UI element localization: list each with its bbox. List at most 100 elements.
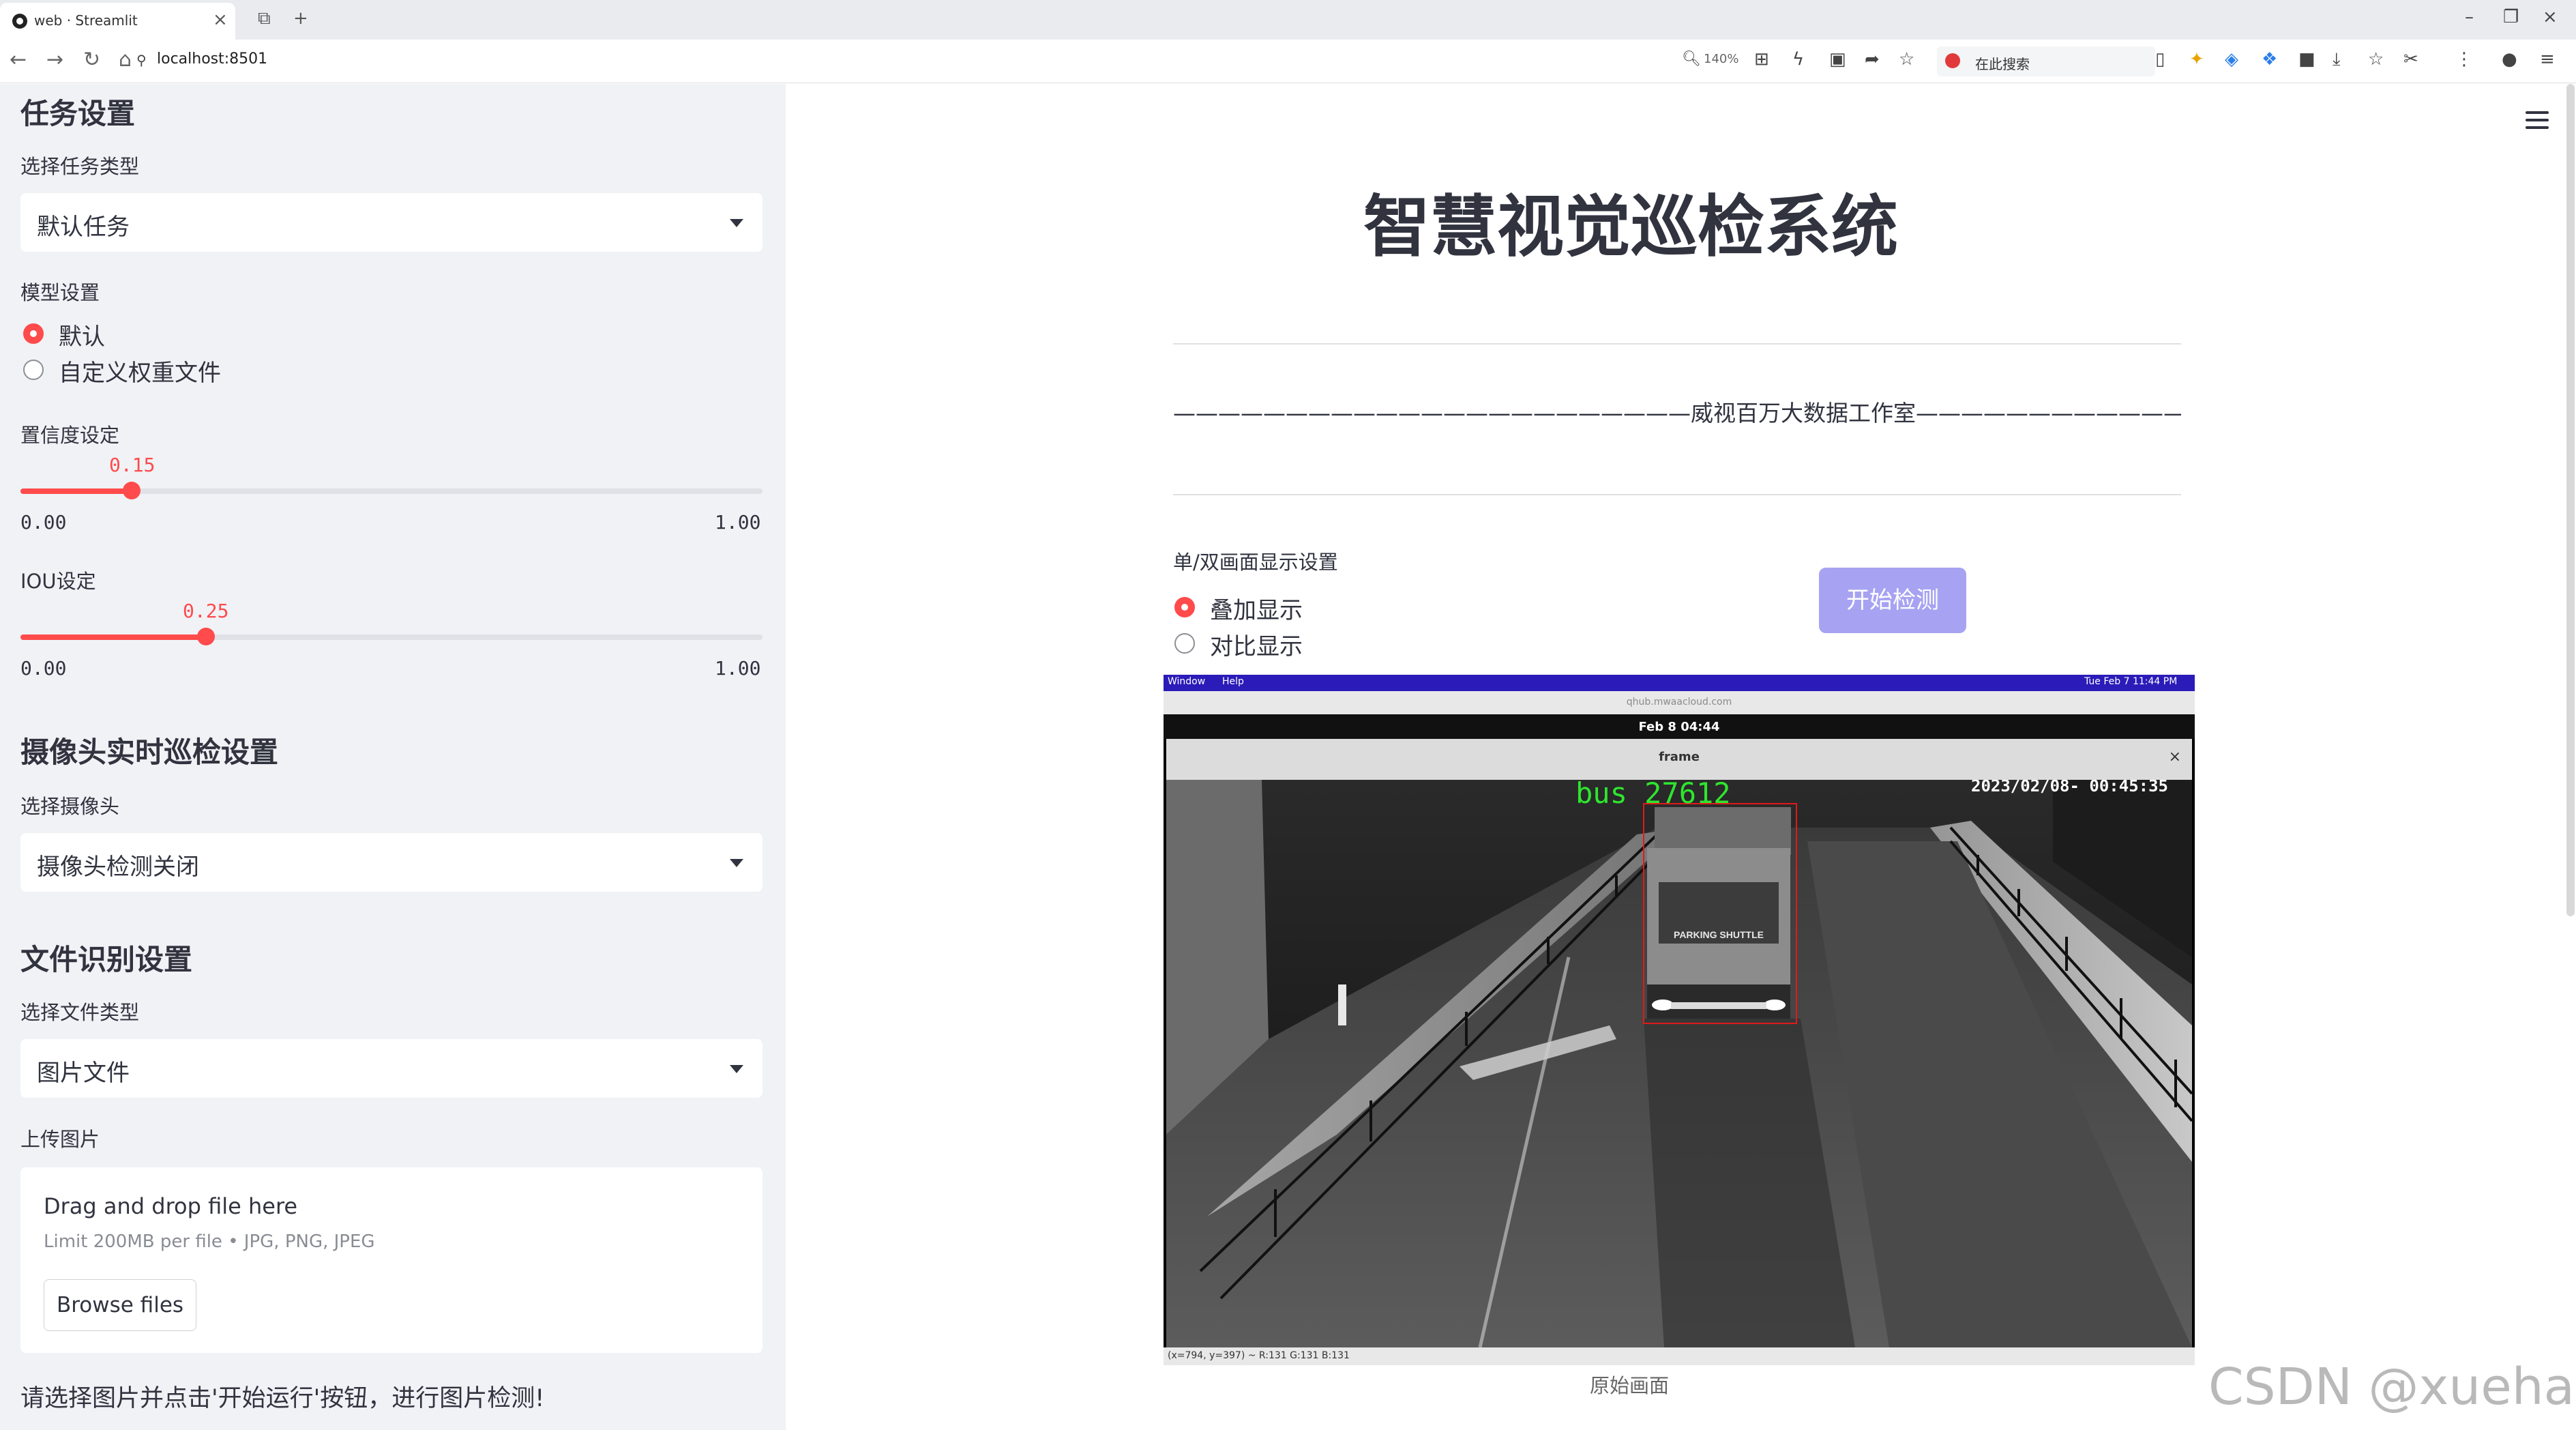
more-icon[interactable]: ⋮ — [2455, 49, 2473, 70]
site-info-icon[interactable]: ⚲ — [136, 52, 147, 68]
file-uploader-dropzone[interactable]: Drag and drop file here Limit 200MB per … — [20, 1167, 763, 1353]
file-type-select[interactable]: 图片文件 — [20, 1039, 763, 1098]
profile-avatar-icon[interactable]: ● — [2502, 49, 2517, 70]
search-box[interactable]: 在此搜索 — [1937, 46, 2155, 76]
file-type-value: 图片文件 — [37, 1060, 130, 1087]
forward-icon[interactable]: → — [46, 48, 63, 72]
display-option-label: 叠加显示 — [1210, 597, 1303, 624]
iou-min: 0.00 — [20, 657, 67, 680]
confidence-value: 0.15 — [109, 454, 156, 476]
bus-sign: PARKING SHUTTLE — [1674, 929, 1764, 940]
remote-clock: Tue Feb 7 11:44 PM — [2084, 676, 2178, 687]
extension-4-icon[interactable]: ■ — [2298, 49, 2315, 70]
confidence-label: 置信度设定 — [20, 424, 120, 447]
browse-files-button[interactable]: Browse files — [44, 1279, 196, 1331]
camera-select[interactable]: 摄像头检测关闭 — [20, 833, 763, 892]
confidence-slider[interactable] — [20, 482, 763, 499]
radio-selected-icon — [23, 323, 44, 344]
chevron-down-icon — [730, 859, 743, 867]
page-title: 智慧视觉巡检系统 — [786, 173, 2566, 269]
model-option-label: 默认 — [59, 323, 105, 351]
page-title-text: 智慧视觉巡检系统 — [1363, 188, 1898, 266]
reload-icon[interactable]: ↻ — [83, 48, 100, 72]
browser-menu-icon[interactable]: ≡ — [2540, 49, 2555, 70]
confidence-slider-thumb[interactable] — [123, 482, 140, 499]
restore-icon[interactable]: ❐ — [2503, 7, 2519, 27]
extension-icon[interactable]: ✦ — [2189, 49, 2204, 70]
search-placeholder: 在此搜索 — [1975, 56, 2030, 72]
camera-settings-heading: 摄像头实时巡检设置 — [20, 735, 279, 769]
browser-toolbar: ← → ↻ ⌂ ⚲ localhost:8501 🔍︎ 140% ⊞ ϟ ▣ ➦… — [0, 40, 2576, 83]
new-tab-icon[interactable]: + — [293, 8, 308, 29]
radio-unselected-icon — [1174, 633, 1195, 654]
app-root: web · Streamlit × ⧉ + – ❐ × ← → ↻ ⌂ ⚲ lo… — [0, 0, 2576, 1430]
chevron-down-icon — [730, 1065, 743, 1073]
tab-group-icon[interactable]: ⧉ — [258, 8, 271, 29]
iou-slider-thumb[interactable] — [197, 628, 215, 645]
address-input[interactable]: localhost:8501 — [157, 50, 267, 68]
model-settings-label: 模型设置 — [20, 281, 100, 304]
hamburger-menu-icon[interactable] — [2526, 111, 2549, 129]
lightning-icon[interactable]: ϟ — [1792, 49, 1804, 70]
task-type-select[interactable]: 默认任务 — [20, 193, 763, 252]
start-detection-button[interactable]: 开始检测 — [1819, 568, 1966, 633]
display-option-label: 对比显示 — [1210, 633, 1303, 660]
zoom-level[interactable]: 140% — [1704, 52, 1738, 66]
favorites-icon[interactable]: ☆ — [2368, 49, 2384, 70]
divider-top — [1173, 343, 2181, 345]
extension-3-icon[interactable]: ❖ — [2262, 49, 2277, 70]
remote-url: qhub.mwaacloud.com — [1626, 697, 1732, 707]
tab-title: web · Streamlit — [34, 12, 138, 29]
frame-window-titlebar: frame × — [1166, 739, 2192, 780]
upload-label: 上传图片 — [20, 1128, 100, 1151]
browser-tabbar: web · Streamlit × ⧉ + – ❐ × — [0, 0, 2576, 40]
upload-limit-text: Limit 200MB per file • JPG, PNG, JPEG — [44, 1231, 375, 1252]
camera-value: 摄像头检测关闭 — [37, 853, 199, 881]
task-settings-heading: 任务设置 — [20, 97, 136, 130]
detection-label: bus 27612 — [1575, 780, 1731, 810]
frame-close-icon: × — [2168, 748, 2181, 765]
remote-statusbar: (x=794, y=397) ~ R:131 G:131 B:131 — [1164, 1347, 2195, 1365]
extension-2-icon[interactable]: ◈ — [2225, 49, 2238, 70]
home-icon[interactable]: ⌂ — [119, 48, 132, 72]
streamlit-favicon-icon — [12, 14, 27, 29]
main-scrollbar[interactable] — [2566, 84, 2575, 916]
bookmark-star-icon[interactable]: ☆ — [1899, 49, 1914, 70]
phone-icon[interactable]: ▯ — [2155, 49, 2165, 70]
iou-label: IOU设定 — [20, 570, 96, 593]
menu-window: Window — [1168, 676, 1206, 687]
camera-frame: PARKING SHUTTLE 2023/02/08- 00:45:35 bus… — [1166, 780, 2192, 1347]
search-engine-icon — [1945, 53, 1960, 68]
remote-datebar: Feb 8 04:44 — [1164, 714, 2195, 739]
tools-icon[interactable]: ✂ — [2403, 49, 2418, 70]
radio-unselected-icon — [23, 360, 44, 380]
detection-result-image: Window Help Tue Feb 7 11:44 PM qhub.mwaa… — [1164, 675, 2195, 1365]
minimize-icon[interactable]: – — [2465, 7, 2474, 27]
divider-bottom — [1173, 494, 2181, 495]
screenshot-icon[interactable]: ▣ — [1829, 49, 1846, 70]
camera-timestamp: 2023/02/08- 00:45:35 — [1971, 780, 2168, 796]
window-close-icon[interactable]: × — [2543, 7, 2558, 27]
zoom-icon[interactable]: 🔍︎ — [1682, 50, 1701, 68]
display-mode-label: 单/双画面显示设置 — [1173, 551, 1338, 574]
csdn-watermark: CSDN @xuehaikj — [2208, 1358, 2576, 1416]
remote-urlbar: qhub.mwaacloud.com — [1164, 691, 2195, 714]
confidence-slider-fill — [20, 488, 132, 494]
iou-slider-fill — [20, 634, 206, 640]
iou-slider[interactable] — [20, 628, 763, 645]
confidence-min: 0.00 — [20, 511, 67, 534]
translate-icon[interactable]: ⊞ — [1754, 49, 1769, 70]
file-settings-heading: 文件识别设置 — [20, 943, 193, 976]
back-icon[interactable]: ← — [10, 48, 27, 72]
tab-close-icon[interactable]: × — [213, 10, 228, 30]
task-type-label: 选择任务类型 — [20, 155, 140, 178]
download-icon[interactable]: ⤓ — [2333, 49, 2341, 70]
sidebar: 任务设置 选择任务类型 默认任务 模型设置 默认 自定义权重文件 置信度设定 0… — [0, 84, 786, 1430]
share-icon[interactable]: ➦ — [1865, 49, 1880, 70]
frame-window-title: frame — [1659, 750, 1700, 764]
bus: PARKING SHUTTLE — [1647, 807, 1791, 1019]
studio-banner: ———————————————————————威视百万大数据工作室———————… — [1173, 400, 2181, 426]
iou-value: 0.25 — [183, 600, 229, 622]
upload-hint-text: 请选择图片并点击'开始运行'按钮，进行图片检测! — [20, 1385, 545, 1412]
browser-tab[interactable]: web · Streamlit × — [0, 3, 235, 40]
